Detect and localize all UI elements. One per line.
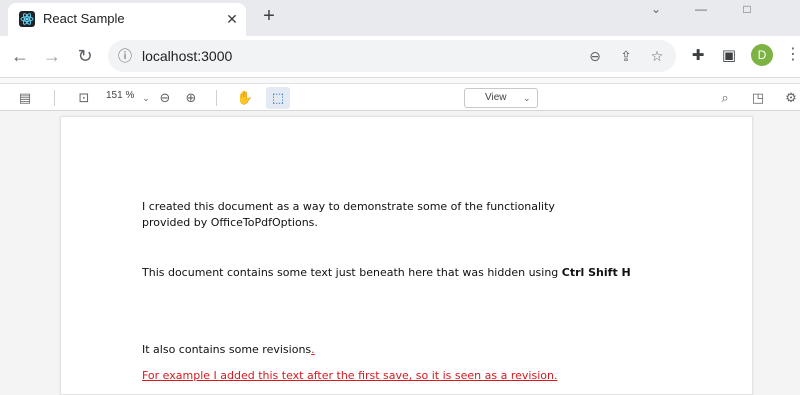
document-paragraph-1: I created this document as a way to demo…	[142, 200, 555, 229]
pdf-toolbar: ▤ ⊡ 151 % ⌄ ⊖ ⊕ ✋ ⬚ View ⌄ ⌕ ◳ ⚙	[0, 83, 800, 111]
selection-tool-icon[interactable]: ⬚	[268, 88, 288, 108]
search-icon[interactable]: ⌕	[715, 88, 735, 108]
forward-icon[interactable]: →	[40, 44, 64, 68]
revision-text: For example I added this text after the …	[142, 369, 558, 382]
browser-menu-icon[interactable]: ⋮	[785, 44, 800, 66]
url-text: localhost:3000	[142, 48, 233, 64]
browser-tab[interactable]: React Sample ✕	[8, 3, 246, 36]
share-icon[interactable]: ⇪	[617, 47, 635, 65]
zoom-out-icon[interactable]: ⊖	[586, 47, 604, 65]
view-dropdown-label: View	[485, 92, 507, 103]
page-fit-icon[interactable]: ⊡	[74, 88, 94, 108]
back-icon[interactable]: ←	[8, 44, 32, 68]
sidebar-toggle-icon[interactable]: ▤	[15, 88, 35, 108]
tab-title: React Sample	[43, 11, 125, 26]
star-icon[interactable]: ☆	[648, 47, 666, 65]
close-tab-icon[interactable]: ✕	[223, 10, 241, 28]
address-bar[interactable]: ⓘ localhost:3000 ⊖ ⇪ ☆	[108, 40, 676, 72]
settings-icon[interactable]: ⚙	[781, 88, 800, 108]
reload-icon[interactable]: ↻	[73, 44, 97, 68]
browser-tab-strip: React Sample ✕ + ⌄ — □	[0, 0, 800, 36]
toolbar-divider	[54, 90, 55, 106]
revision-mark: .	[311, 343, 315, 356]
zoom-in-icon[interactable]: ⊕	[181, 88, 201, 108]
zoom-level[interactable]: 151 %	[106, 90, 134, 101]
document-paragraph-3: It also contains some revisions.	[142, 342, 315, 358]
browser-toolbar: ← → ↻ ⓘ localhost:3000 ⊖ ⇪ ☆ ✚ ▣ D ⋮	[0, 36, 800, 78]
pan-tool-icon[interactable]: ✋	[235, 88, 255, 108]
toolbar-divider	[216, 90, 217, 106]
minimize-icon[interactable]: —	[681, 0, 721, 20]
maximize-icon[interactable]: □	[727, 0, 767, 20]
paragraph-3-text: It also contains some revisions	[142, 343, 312, 356]
extensions-icon[interactable]: ✚	[688, 46, 708, 66]
react-logo-icon	[19, 11, 35, 27]
tab-search-icon[interactable]: ⌄	[636, 0, 676, 20]
side-panel-icon[interactable]: ▣	[719, 46, 739, 66]
view-dropdown[interactable]: View ⌄	[464, 88, 538, 108]
new-tab-button[interactable]: +	[259, 6, 279, 27]
zoom-out-icon[interactable]: ⊖	[155, 88, 175, 108]
profile-avatar[interactable]: D	[751, 44, 773, 66]
document-paragraph-2: This document contains some text just be…	[142, 265, 702, 281]
comments-icon[interactable]: ◳	[748, 88, 768, 108]
pdf-page: I created this document as a way to demo…	[60, 116, 753, 395]
site-info-icon[interactable]: ⓘ	[116, 47, 134, 65]
zoom-dropdown-chevron-icon[interactable]: ⌄	[136, 88, 156, 108]
keyboard-shortcut-text: Ctrl Shift H	[561, 266, 631, 279]
paragraph-2-text: This document contains some text just be…	[142, 266, 562, 279]
chevron-down-icon: ⌄	[523, 93, 531, 103]
